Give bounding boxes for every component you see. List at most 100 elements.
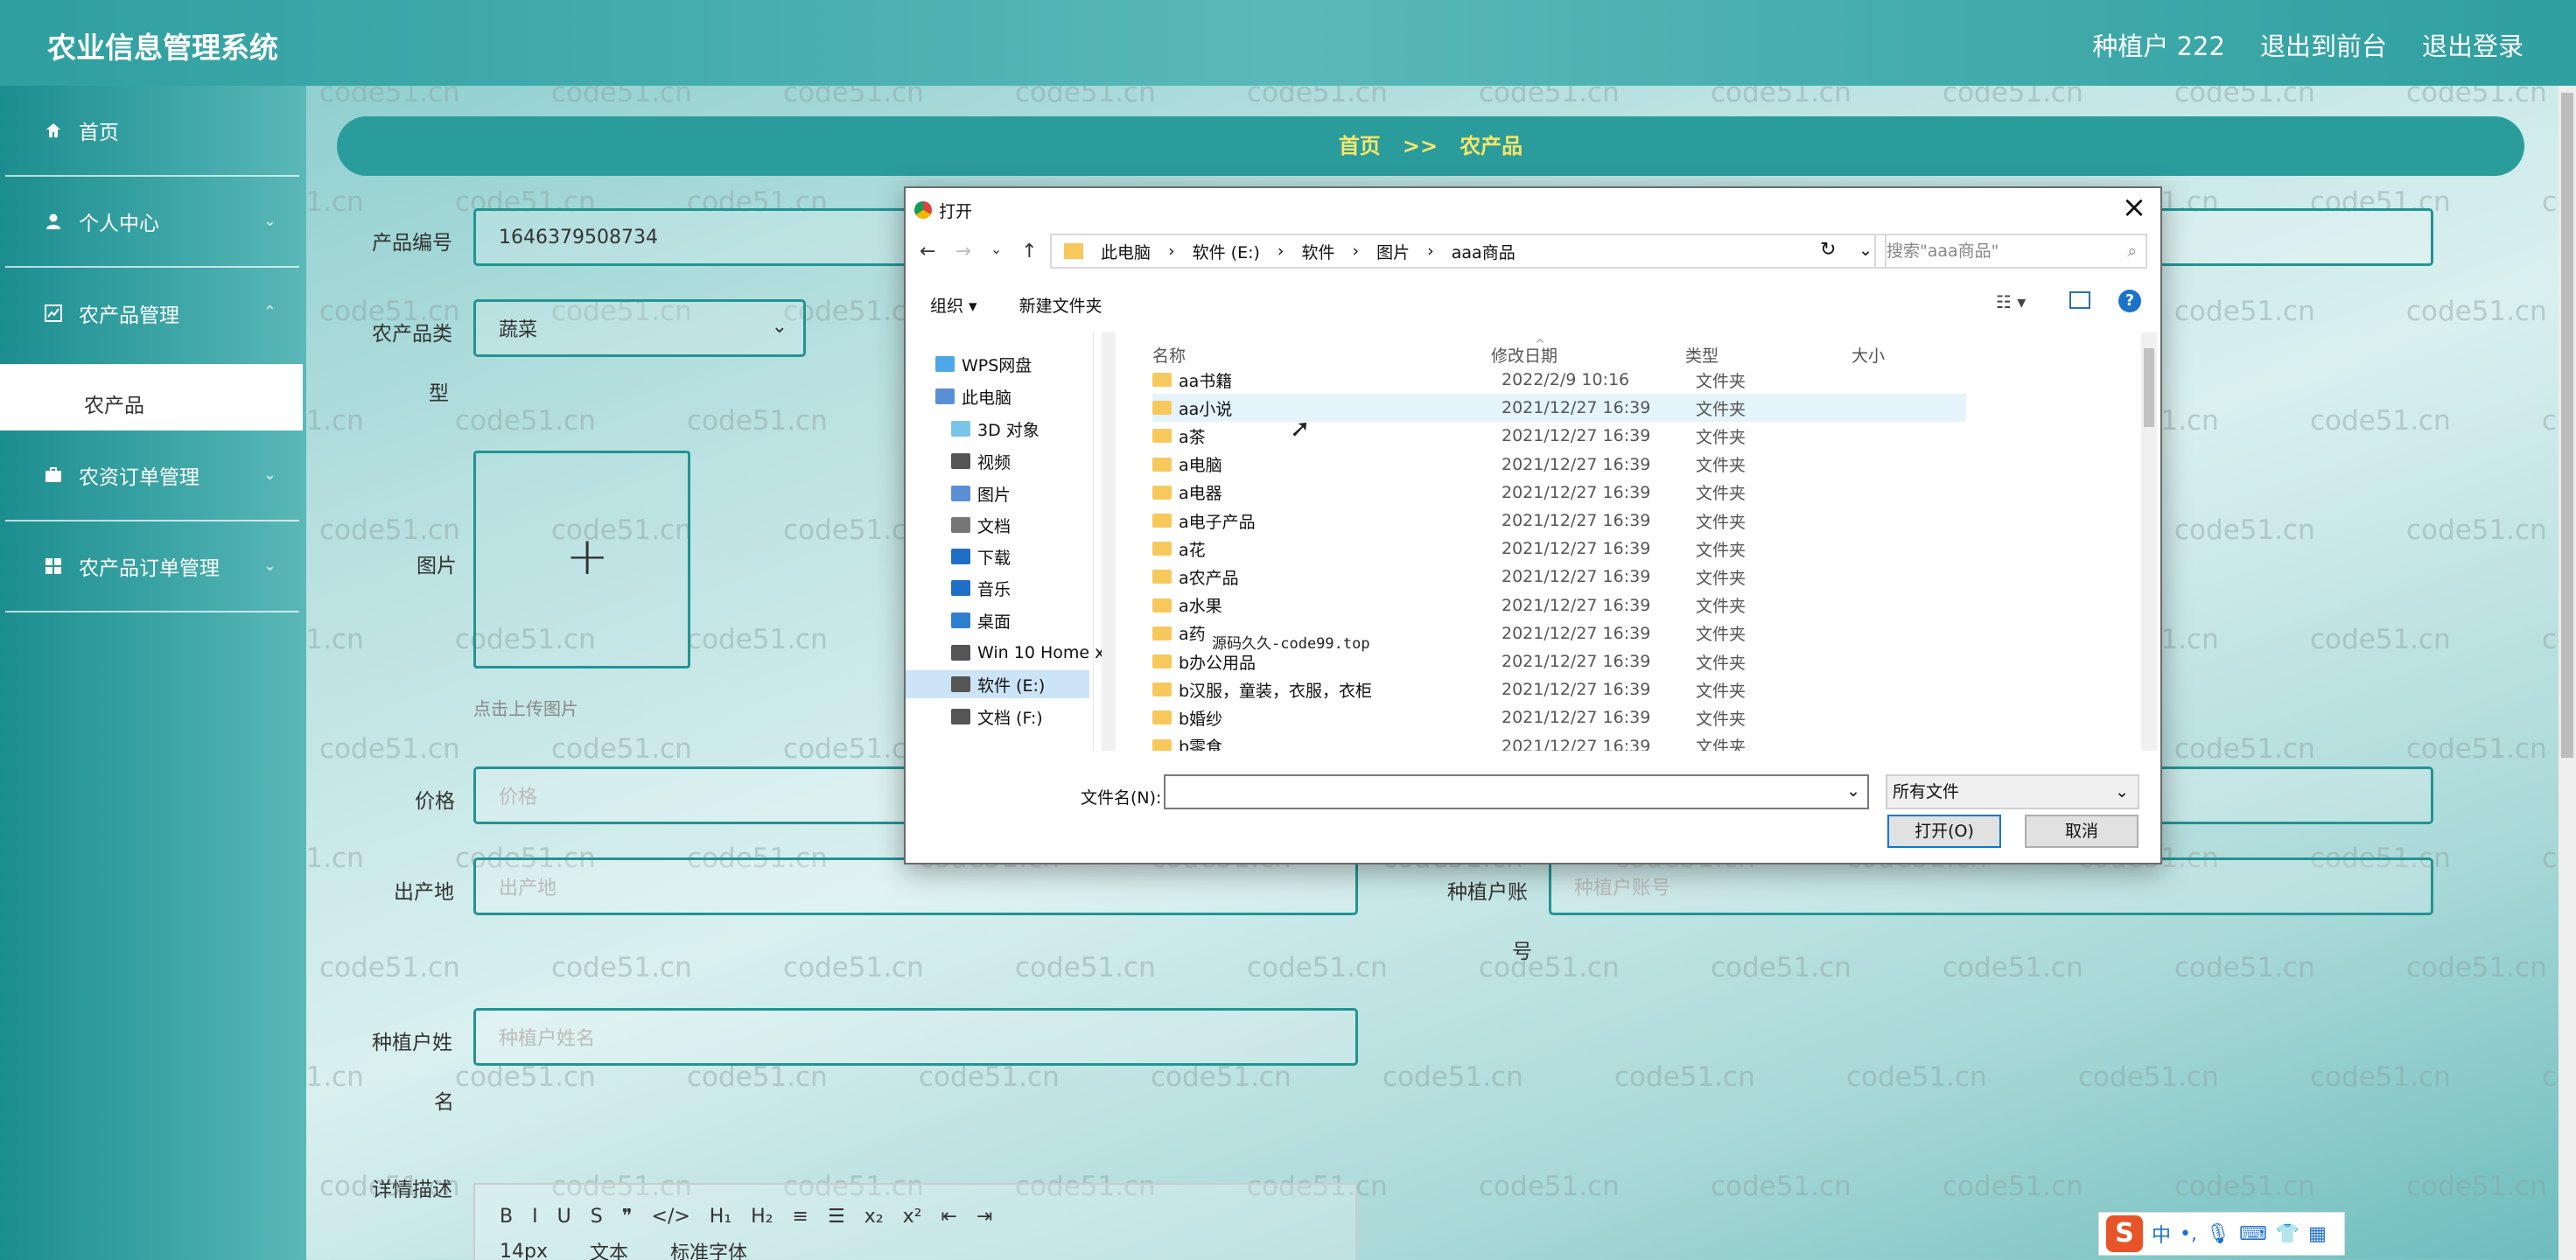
editor-format-button[interactable]: ⇤	[941, 1206, 956, 1228]
file-row[interactable]: b婚纱 2021/12/27 16:39 文件夹	[1152, 704, 1966, 732]
editor-format-button[interactable]: H₁	[710, 1206, 732, 1228]
file-row[interactable]: a电子产品 2021/12/27 16:39 文件夹	[1152, 507, 1966, 535]
address-segment[interactable]: 软件 (E:)	[1193, 240, 1260, 263]
open-button[interactable]: 打开(O)	[1887, 815, 2001, 848]
tree-item[interactable]: WPS网盘	[935, 350, 1032, 378]
preview-pane-icon[interactable]	[2069, 291, 2090, 309]
file-row[interactable]: a水果 2021/12/27 16:39 文件夹	[1152, 592, 1966, 620]
filetype-select[interactable]: 所有文件 ⌄	[1886, 774, 2139, 809]
file-list-scrollbar[interactable]	[2141, 332, 2157, 751]
cancel-button[interactable]: 取消	[2025, 815, 2138, 848]
dialog-search-input[interactable]: 搜索"aaa商品" ⌕	[1874, 234, 2147, 269]
current-user[interactable]: 种植户 222	[2092, 26, 2225, 63]
editor-format-button[interactable]: U	[557, 1206, 571, 1228]
refresh-icon[interactable]: ↻	[1820, 239, 1836, 261]
editor-format-button[interactable]: x₂	[864, 1206, 884, 1228]
chevron-down-icon[interactable]: ⌄	[1858, 241, 1872, 260]
help-icon[interactable]: ?	[2118, 290, 2141, 312]
tree-item[interactable]: 此电脑	[935, 382, 1012, 410]
tree-item[interactable]: 下载	[951, 542, 1011, 570]
font-face-select[interactable]: 标准字体	[670, 1237, 747, 1260]
file-row[interactable]: b零食 2021/12/27 16:39 文件夹	[1152, 732, 1966, 751]
column-name[interactable]: 名称	[1152, 343, 1186, 367]
file-row[interactable]: a茶 2021/12/27 16:39 文件夹	[1152, 422, 1966, 450]
tree-item[interactable]: 文档	[951, 511, 1011, 539]
ime-toolbar[interactable]: S 中 •, 🎙 ⌨ 👕 ▦	[2098, 1212, 2345, 1256]
microphone-icon[interactable]: 🎙	[2206, 1223, 2230, 1245]
grower-placeholder: 种植户姓名	[499, 1028, 596, 1050]
image-upload[interactable]: +	[473, 451, 690, 668]
editor-format-button[interactable]: B	[500, 1206, 513, 1228]
address-segment[interactable]: 此电脑	[1101, 240, 1151, 263]
ime-punctuation[interactable]: •,	[2180, 1223, 2197, 1245]
organize-menu[interactable]: 组织 ▾	[930, 293, 977, 317]
tree-item[interactable]: 软件 (E:)	[906, 670, 1089, 698]
editor-format-button[interactable]: ≡	[793, 1206, 808, 1228]
column-type[interactable]: 类型	[1685, 343, 1718, 367]
sidebar-item-product-mgmt[interactable]: 农产品管理 ⌃	[5, 268, 299, 359]
sidebar-subitem-products[interactable]: 农产品	[0, 364, 303, 430]
chevron-down-icon[interactable]: ⌄	[1846, 781, 1860, 801]
origin-input[interactable]: 出产地	[473, 858, 1358, 915]
new-folder-button[interactable]: 新建文件夹	[1019, 293, 1102, 317]
skin-icon[interactable]: 👕	[2276, 1223, 2300, 1245]
address-segment[interactable]: 软件	[1302, 240, 1335, 263]
editor-format-button[interactable]: ⇥	[976, 1206, 992, 1228]
tree-item[interactable]: 视频	[951, 447, 1011, 475]
view-options-icon[interactable]: ☷ ▾	[1996, 291, 2026, 312]
page-scrollbar[interactable]	[2558, 86, 2576, 1260]
tree-item[interactable]: 桌面	[951, 606, 1011, 634]
editor-format-button[interactable]: ❞	[622, 1206, 633, 1228]
text-style-select[interactable]: 文本	[590, 1237, 628, 1260]
file-row[interactable]: a花 2021/12/27 16:39 文件夹	[1152, 535, 1966, 563]
filename-input[interactable]: ⌄	[1164, 774, 1869, 809]
tree-item[interactable]: 图片	[951, 480, 1011, 508]
editor-format-button[interactable]: S	[591, 1206, 603, 1228]
sidebar-item-home[interactable]: 首页	[5, 86, 299, 177]
page-scrollbar-thumb[interactable]	[2561, 93, 2573, 758]
keyboard-icon[interactable]: ⌨	[2239, 1223, 2267, 1245]
file-row[interactable]: a农产品 2021/12/27 16:39 文件夹	[1152, 563, 1966, 591]
logout-link[interactable]: 退出登录	[2422, 26, 2524, 63]
forward-arrow-icon[interactable]: →	[955, 241, 970, 262]
tree-item[interactable]: Win 10 Home x	[951, 639, 1104, 667]
editor-format-button[interactable]: ☰	[828, 1206, 845, 1228]
address-bar[interactable]: 此电脑 › 软件 (E:) › 软件 › 图片 › aaa商品 ⌄	[1050, 234, 1886, 269]
editor-format-button[interactable]: x²	[903, 1206, 922, 1228]
sidebar-item-product-orders[interactable]: 农产品订单管理 ⌄	[5, 522, 299, 612]
file-row[interactable]: aa书籍 2022/2/9 10:16 文件夹	[1152, 366, 1966, 394]
editor-format-button[interactable]: </>	[652, 1206, 690, 1228]
category-select[interactable]: 蔬菜 ⌄	[473, 299, 806, 357]
editor-format-button[interactable]: H₂	[751, 1206, 773, 1228]
ime-language[interactable]: 中	[2152, 1220, 2171, 1248]
file-row[interactable]: a电脑 2021/12/27 16:39 文件夹	[1152, 451, 1966, 479]
file-row[interactable]: aa小说 2021/12/27 16:39 文件夹	[1152, 394, 1966, 423]
font-size-select[interactable]: 14px	[500, 1241, 548, 1260]
tree-item[interactable]: 文档 (F:)	[951, 703, 1043, 731]
account-input[interactable]: 种植户账号	[1549, 858, 2433, 915]
up-arrow-icon[interactable]: ↑	[1021, 241, 1037, 262]
grower-input[interactable]: 种植户姓名	[473, 1008, 1358, 1066]
file-row[interactable]: a电器 2021/12/27 16:39 文件夹	[1152, 479, 1966, 507]
editor-format-button[interactable]: I	[532, 1206, 538, 1228]
breadcrumb-home[interactable]: 首页	[1339, 134, 1381, 158]
sidebar-item-personal[interactable]: 个人中心 ⌄	[5, 177, 299, 268]
column-date[interactable]: 修改日期	[1491, 343, 1558, 367]
tree-scrollbar[interactable]	[1102, 332, 1116, 751]
address-segment[interactable]: 图片	[1376, 240, 1410, 263]
file-row[interactable]: b汉服，童装，衣服，衣柜 2021/12/27 16:39 文件夹	[1152, 676, 1966, 704]
tree-item[interactable]: 音乐	[951, 574, 1011, 602]
file-date: 2021/12/27 16:39	[1502, 482, 1651, 502]
dialog-close-button[interactable]: ×	[2117, 190, 2152, 225]
watermark-text: code51.cn	[319, 514, 460, 546]
sidebar-item-supply-orders[interactable]: 农资订单管理 ⌄	[5, 430, 299, 522]
tree-item-label: 文档 (F:)	[977, 708, 1043, 728]
file-list-scrollbar-thumb[interactable]	[2144, 348, 2154, 427]
back-arrow-icon[interactable]: ←	[920, 241, 935, 262]
tree-item[interactable]: 3D 对象	[951, 415, 1040, 443]
back-to-front-link[interactable]: 退出到前台	[2260, 26, 2387, 63]
address-segment[interactable]: aaa商品	[1452, 240, 1516, 263]
recent-dropdown-icon[interactable]: ⌄	[990, 241, 1002, 262]
apps-icon[interactable]: ▦	[2308, 1223, 2327, 1245]
column-size[interactable]: 大小	[1852, 343, 1885, 367]
